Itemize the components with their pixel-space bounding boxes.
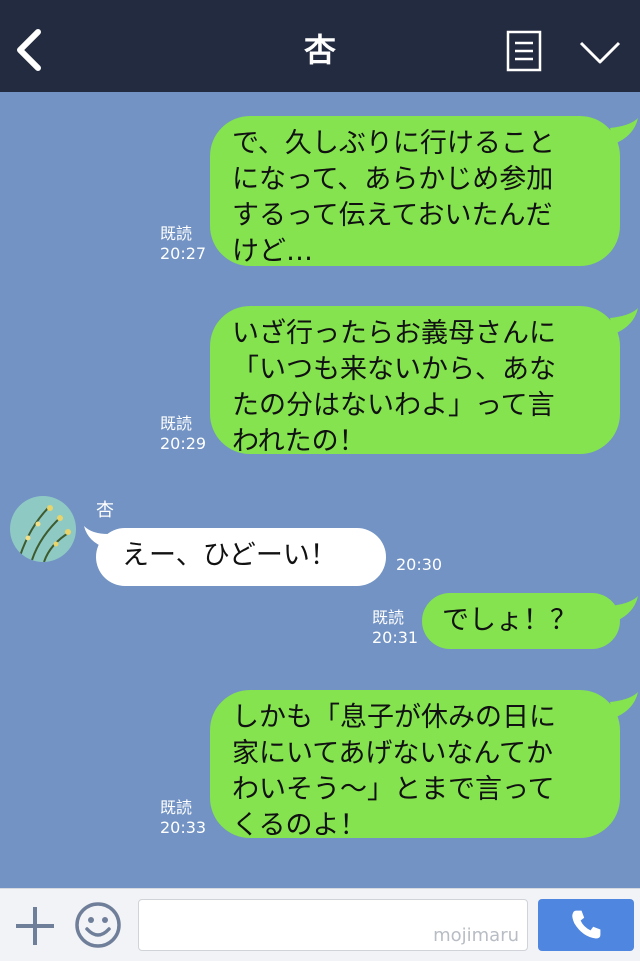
emoji-icon[interactable] xyxy=(74,901,122,949)
call-button[interactable] xyxy=(538,899,634,951)
timestamp: 20:30 xyxy=(396,555,443,574)
input-bar: mojimaru xyxy=(0,888,640,961)
sender-name: 杏 xyxy=(96,500,114,521)
phone-icon xyxy=(572,910,601,939)
bubble-tail xyxy=(610,308,638,334)
outgoing-message: いざ行ったらお義母さんに 「いつも来ないから、あな たの分はないわよ」って言 わ… xyxy=(210,306,620,457)
read-receipt: 既読 xyxy=(160,798,193,817)
chat-title: 杏 xyxy=(303,31,336,69)
bubble-tail xyxy=(610,596,638,622)
bubble-tail xyxy=(610,118,638,144)
watermark: mojimaru xyxy=(433,925,519,946)
avatar-image xyxy=(10,496,76,562)
message-input[interactable]: mojimaru xyxy=(138,899,528,951)
read-receipt: 既読 xyxy=(372,608,405,627)
timestamp: 20:29 xyxy=(160,434,207,453)
bubble-tail xyxy=(610,692,638,718)
outgoing-message: で、久しぶりに行けること になって、あらかじめ参加 するって伝えておいたんだ け… xyxy=(210,116,620,267)
read-receipt: 既読 xyxy=(160,224,193,243)
chevron-down-icon[interactable] xyxy=(578,38,622,68)
outgoing-message: でしょ！？ xyxy=(422,593,620,649)
outgoing-message: しかも「息子が休みの日に 家にいてあげないなんてか わいそう～」とまで言って く… xyxy=(210,690,620,841)
plus-icon[interactable] xyxy=(14,905,56,947)
avatar[interactable] xyxy=(10,496,76,562)
incoming-message: えー、ひどーい！ xyxy=(96,528,386,586)
timestamp: 20:31 xyxy=(372,628,419,647)
read-receipt: 既読 xyxy=(160,414,193,433)
timestamp: 20:33 xyxy=(160,818,207,837)
menu-icon[interactable] xyxy=(506,30,542,72)
timestamp: 20:27 xyxy=(160,244,207,263)
chat-header: 杏 xyxy=(0,0,640,92)
